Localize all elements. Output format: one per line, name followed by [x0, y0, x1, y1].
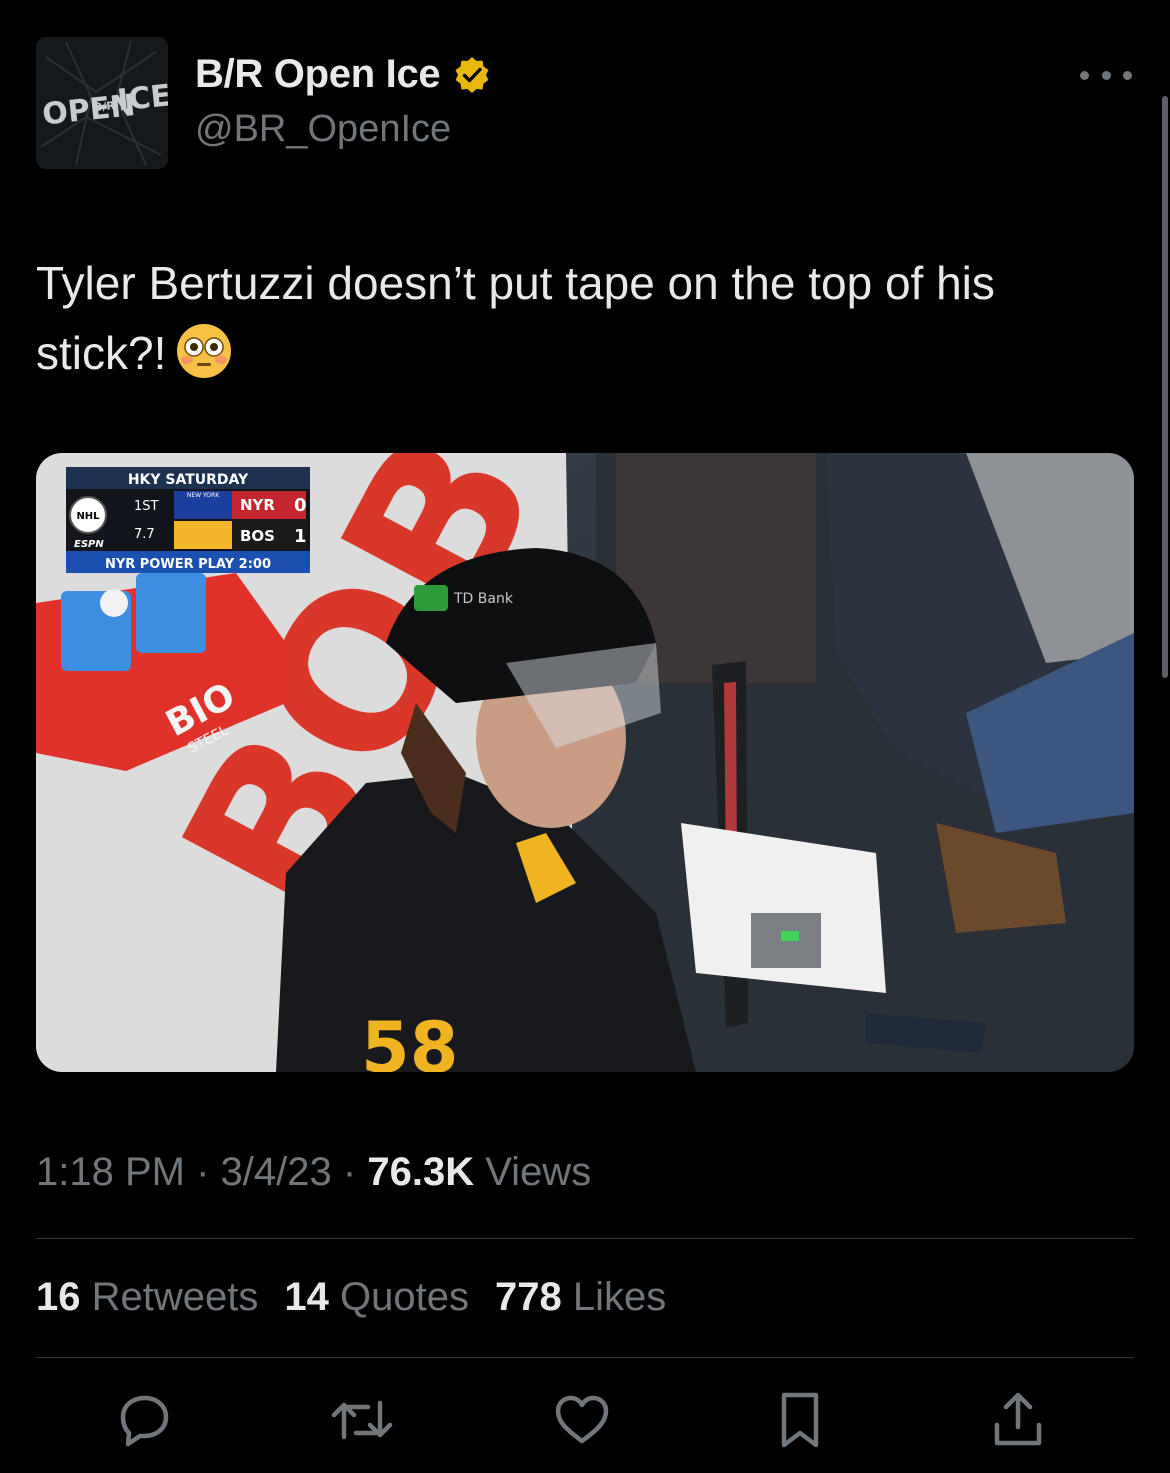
bookmark-icon [781, 1392, 819, 1448]
tweet-date[interactable]: 3/4/23 [221, 1150, 332, 1194]
avatar-label-br: B/R [93, 99, 116, 114]
divider [36, 1238, 1134, 1239]
share-button[interactable] [986, 1390, 1050, 1450]
engagement-stats: 16 Retweets 14 Quotes 778 Likes [36, 1275, 666, 1320]
avatar[interactable]: OPEN B/R ICE [36, 37, 168, 169]
scorebug-network: ESPN [74, 539, 104, 550]
quotes-count: 14 [284, 1275, 329, 1319]
verified-badge-icon [455, 56, 489, 93]
more-options-icon[interactable] [1080, 58, 1132, 92]
quotes-stat[interactable]: 14 Quotes [284, 1275, 469, 1320]
reply-button[interactable] [112, 1390, 176, 1450]
avatar-label-ice: ICE [116, 78, 168, 118]
bookmark-button[interactable] [768, 1390, 832, 1450]
scorebug-team1-small: NEW YORK [187, 492, 220, 499]
scorebug-period: 1ST [134, 499, 159, 514]
flushed-face-icon [177, 324, 232, 378]
likes-count: 778 [494, 1275, 562, 1319]
scorebug-team2: BOS [240, 527, 275, 545]
author-name[interactable]: B/R Open Ice [195, 52, 492, 97]
likes-stat[interactable]: 778 Likes [495, 1275, 666, 1320]
scorebug-team1: NYR [240, 496, 275, 514]
likes-label: Likes [572, 1275, 667, 1319]
scorebug-clock: 7.7 [134, 527, 155, 542]
scorebug: HKY SATURDAY NHL ESPN 1ST 7.7 NEW YORK N… [66, 467, 310, 573]
scorebug-score2: 1 [294, 526, 307, 547]
tweet-time[interactable]: 1:18 PM [36, 1150, 185, 1194]
meta-separator: · [342, 1150, 357, 1194]
divider [36, 1357, 1134, 1358]
tweet-media[interactable]: BOB'S BIO STEEL 58 TD Bank HKY SATURDAY … [36, 453, 1134, 1072]
share-icon [994, 1392, 1042, 1446]
scrollbar[interactable] [1162, 96, 1168, 678]
svg-text:NHL: NHL [76, 511, 100, 522]
like-icon [555, 1395, 609, 1444]
author-name-text[interactable]: B/R Open Ice [195, 52, 441, 97]
reply-icon [120, 1395, 169, 1447]
author-handle[interactable]: @BR_OpenIce [195, 108, 451, 151]
jersey-number-text: 58 [361, 1007, 458, 1072]
scorebug-header: HKY SATURDAY [128, 472, 249, 488]
scorebug-score1: 0 [294, 495, 307, 516]
retweet-icon [331, 1400, 393, 1440]
quotes-label: Quotes [340, 1275, 469, 1319]
views-label: Views [485, 1150, 592, 1194]
retweets-count: 16 [36, 1275, 81, 1319]
helmet-sponsor-text: TD Bank [453, 591, 514, 607]
like-button[interactable] [550, 1390, 614, 1450]
scorebug-situation: NYR POWER PLAY 2:00 [105, 557, 271, 572]
views-count: 76.3K [367, 1150, 475, 1194]
tweet-meta: 1:18 PM · 3/4/23 · 76.3K Views [36, 1150, 591, 1195]
action-bar [0, 1390, 1170, 1450]
retweet-button[interactable] [330, 1390, 394, 1450]
retweets-stat[interactable]: 16 Retweets [36, 1275, 258, 1320]
tweet-text: Tyler Bertuzzi doesn’t put tape on the t… [36, 248, 1136, 388]
retweets-label: Retweets [91, 1275, 259, 1319]
meta-separator: · [196, 1150, 210, 1194]
